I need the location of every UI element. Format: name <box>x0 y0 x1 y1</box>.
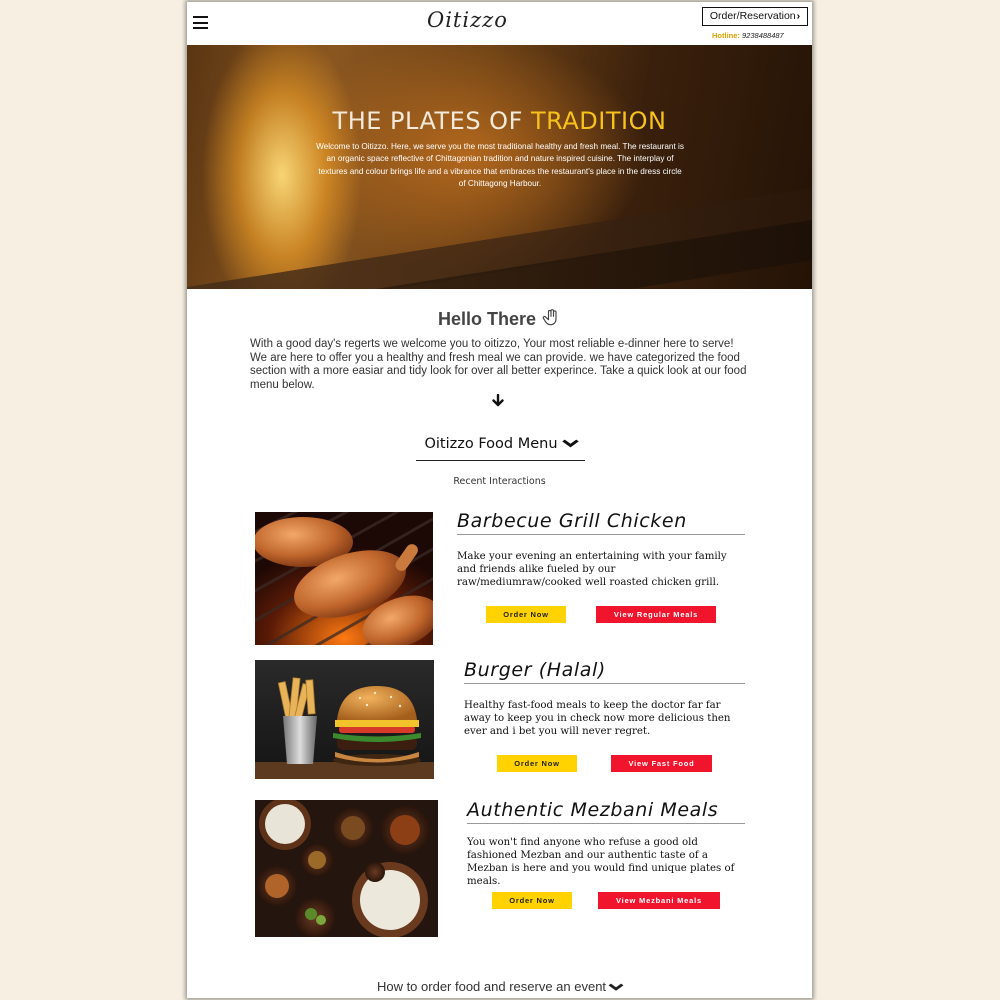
chevron-right-icon: › <box>796 10 801 22</box>
how-to-order-label: How to order food and reserve an event <box>376 979 607 994</box>
food-menu-toggle[interactable]: Oitizzo Food Menu <box>416 436 585 461</box>
hotline: Hotline: 9238488487 <box>712 31 784 40</box>
item-title: Burger (Halal) <box>464 659 745 684</box>
hamburger-icon[interactable] <box>193 16 208 29</box>
order-now-button[interactable]: Order Now <box>486 606 566 623</box>
item-description: Make your evening an entertaining with y… <box>457 551 727 588</box>
chevron-down-icon <box>608 983 625 994</box>
item-title: Barbecue Grill Chicken <box>457 510 745 535</box>
hero-title: THE PLATES OF TRADITION <box>187 107 812 135</box>
hero-title-accent: TRADITION <box>531 107 667 135</box>
page: Oitizzo Order/Reservation› Hotline: 9238… <box>187 2 812 998</box>
hero-title-main: THE PLATES OF <box>332 107 532 135</box>
hotline-number: 9238488487 <box>742 31 784 40</box>
item-description: You won't find anyone who refuse a good … <box>467 837 735 887</box>
order-now-button[interactable]: Order Now <box>492 892 572 909</box>
item-title: Authentic Mezbani Meals <box>467 799 745 824</box>
burger-image <box>255 660 434 779</box>
hello-title-text: Hello There <box>437 309 536 329</box>
chevron-down-icon <box>561 438 579 451</box>
recent-interactions-label: Recent Interactions <box>453 476 546 487</box>
view-fast-food-button[interactable]: View Fast Food <box>611 755 712 772</box>
hello-title: Hello There <box>187 308 812 331</box>
view-regular-meals-button[interactable]: View Regular Meals <box>596 606 716 623</box>
hand-icon <box>541 309 561 330</box>
hotline-label: Hotline: <box>712 31 740 40</box>
logo[interactable]: Oitizzo <box>427 8 508 32</box>
order-now-button[interactable]: Order Now <box>497 755 577 772</box>
order-reservation-button[interactable]: Order/Reservation› <box>702 7 808 26</box>
view-mezbani-meals-button[interactable]: View Mezbani Meals <box>598 892 720 909</box>
order-reservation-label: Order/Reservation <box>709 10 796 22</box>
hero-banner: THE PLATES OF TRADITION Welcome to Oitiz… <box>187 45 812 289</box>
how-to-order-toggle[interactable]: How to order food and reserve an event <box>187 979 812 994</box>
hero-text: Welcome to Oitizzo. Here, we serve you t… <box>316 142 684 189</box>
barbecue-chicken-image <box>255 512 433 645</box>
arrow-down-icon <box>490 393 506 413</box>
item-description: Healthy fast-food meals to keep the doct… <box>464 700 731 737</box>
mezbani-meals-image <box>255 800 438 937</box>
food-menu-heading: Oitizzo Food Menu <box>424 436 558 452</box>
hello-text: With a good day's regerts we welcome you… <box>250 338 747 391</box>
top-bar: Oitizzo Order/Reservation› Hotline: 9238… <box>187 2 812 45</box>
